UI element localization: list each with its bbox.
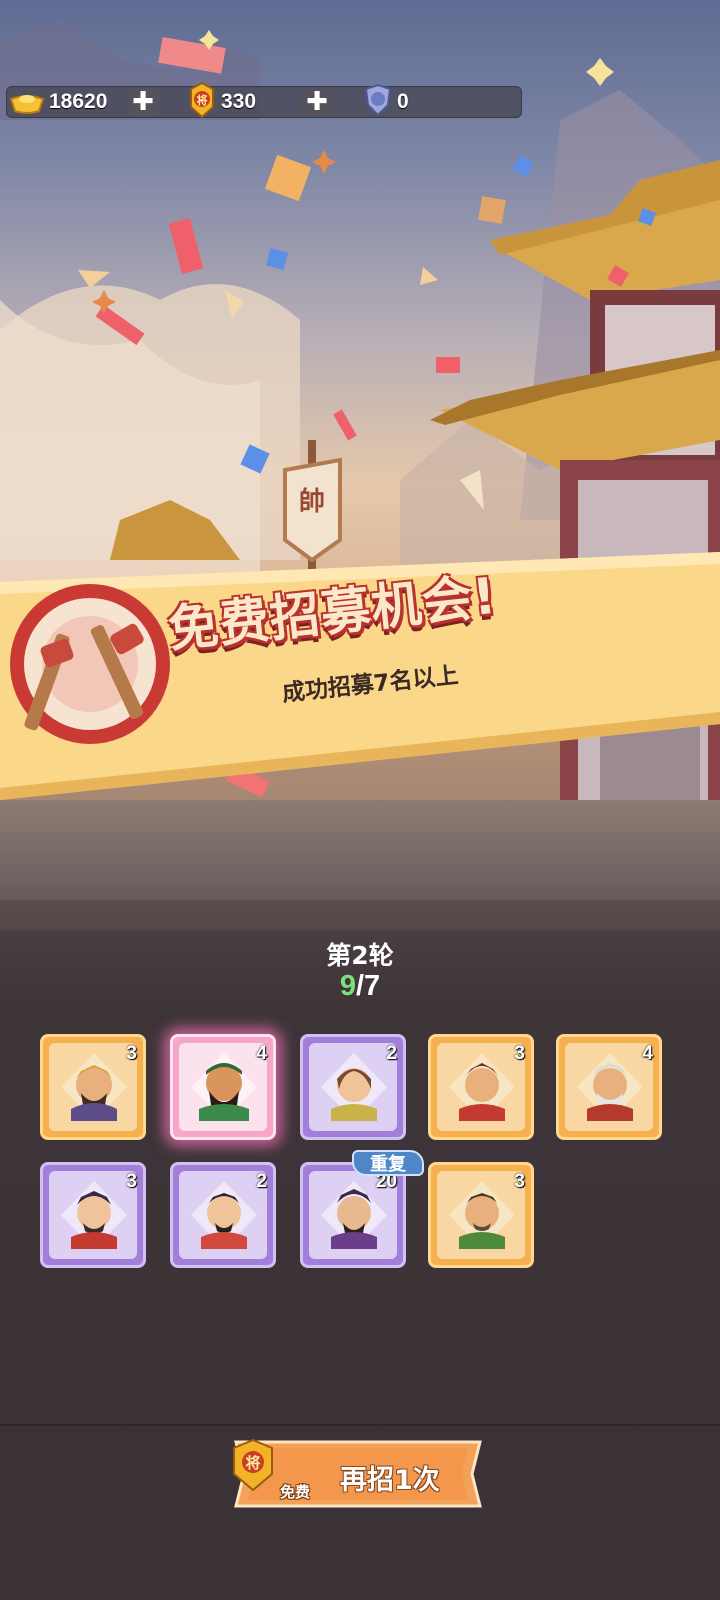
token-resource: 将 330 — [187, 81, 257, 119]
gold-amount: 18620 — [49, 90, 108, 113]
drum-emblem — [10, 584, 170, 744]
gold-ingot-icon — [9, 95, 45, 114]
card-count: 3 — [514, 1043, 525, 1064]
card-count: 2 — [256, 1171, 267, 1192]
general-portrait-icon — [191, 1181, 257, 1249]
shield-token-icon — [364, 83, 392, 117]
duplicate-badge: 重复 — [352, 1150, 424, 1176]
free-cost-label: 免费 — [280, 1483, 311, 1501]
gold-resource: 18620 — [9, 87, 107, 117]
card-count: 2 — [386, 1043, 397, 1064]
add-gold-button[interactable]: ✚ — [127, 88, 159, 116]
recruit-current: 9 — [339, 970, 356, 1002]
general-card[interactable]: 2 — [300, 1034, 406, 1140]
card-count: 3 — [126, 1043, 137, 1064]
panel-divider — [0, 1424, 720, 1426]
shield-resource: 0 — [363, 83, 409, 117]
round-label: 第2轮 — [326, 941, 394, 970]
general-portrait-icon — [321, 1053, 387, 1121]
general-card[interactable]: 3 — [428, 1162, 534, 1268]
general-token-icon: 将 — [233, 1438, 273, 1492]
general-portrait-icon — [449, 1181, 515, 1249]
card-count: 4 — [256, 1043, 267, 1064]
general-portrait-icon — [61, 1181, 127, 1249]
card-count: 3 — [126, 1171, 137, 1192]
general-card[interactable]: 2 — [170, 1162, 276, 1268]
recruit-again-button[interactable]: 将 免费 再招1次 — [228, 1438, 488, 1510]
general-portrait-icon — [61, 1053, 127, 1121]
recruit-again-label: 再招1次 — [340, 1465, 440, 1496]
card-count: 4 — [642, 1043, 653, 1064]
recruit-count: 9/7 — [0, 970, 720, 1003]
general-token-icon: 将 — [190, 81, 214, 119]
shield-amount: 0 — [397, 90, 409, 113]
flag-char: 帥 — [299, 487, 325, 517]
general-card[interactable]: 4 — [170, 1034, 276, 1140]
token-badge-char: 将 — [245, 1454, 260, 1472]
general-card[interactable]: 20 — [300, 1162, 406, 1268]
token-amount: 330 — [221, 90, 257, 113]
token-icon-char: 将 — [197, 93, 208, 107]
resource-bar: 18620 ✚ 将 330 ✚ 0 — [6, 81, 522, 119]
card-count: 3 — [514, 1171, 525, 1192]
general-card[interactable]: 3 — [40, 1162, 146, 1268]
recruit-separator: / — [355, 970, 365, 1002]
general-portrait-icon — [191, 1053, 257, 1121]
general-card[interactable]: 3 — [428, 1034, 534, 1140]
general-portrait-icon — [577, 1053, 643, 1121]
recruit-target: 7 — [364, 970, 381, 1002]
general-card[interactable]: 3 — [40, 1034, 146, 1140]
general-portrait-icon — [449, 1053, 515, 1121]
add-token-button[interactable]: ✚ — [301, 88, 333, 116]
general-card[interactable]: 4 — [556, 1034, 662, 1140]
